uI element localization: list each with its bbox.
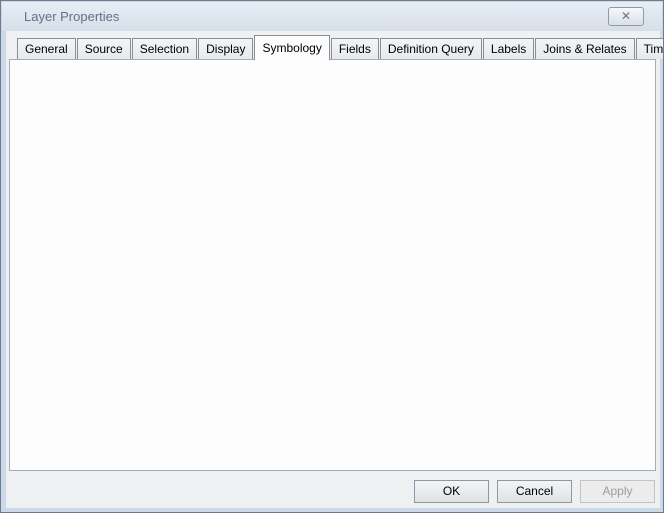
tab-fields[interactable]: Fields (331, 38, 379, 59)
tab-general[interactable]: General (17, 38, 76, 59)
tab-labels[interactable]: Labels (483, 38, 534, 59)
tab-time[interactable]: Time (636, 38, 664, 59)
title-bar[interactable]: Layer Properties ✕ (2, 2, 662, 31)
tab-strip: General Source Selection Display Symbolo… (17, 38, 664, 59)
tab-selection[interactable]: Selection (132, 38, 197, 59)
close-icon[interactable]: ✕ (608, 7, 644, 26)
tab-display[interactable]: Display (198, 38, 253, 59)
ok-button[interactable]: OK (414, 480, 489, 503)
symbology-tab-page (9, 59, 656, 471)
window-title: Layer Properties (24, 9, 119, 24)
tab-source[interactable]: Source (77, 38, 131, 59)
tab-definition-query[interactable]: Definition Query (380, 38, 482, 59)
layer-properties-dialog: Layer Properties ✕ General Source Select… (0, 0, 664, 513)
cancel-button[interactable]: Cancel (497, 480, 572, 503)
tab-joins-relates[interactable]: Joins & Relates (535, 38, 634, 59)
tab-symbology[interactable]: Symbology (254, 35, 329, 60)
apply-button: Apply (580, 480, 655, 503)
